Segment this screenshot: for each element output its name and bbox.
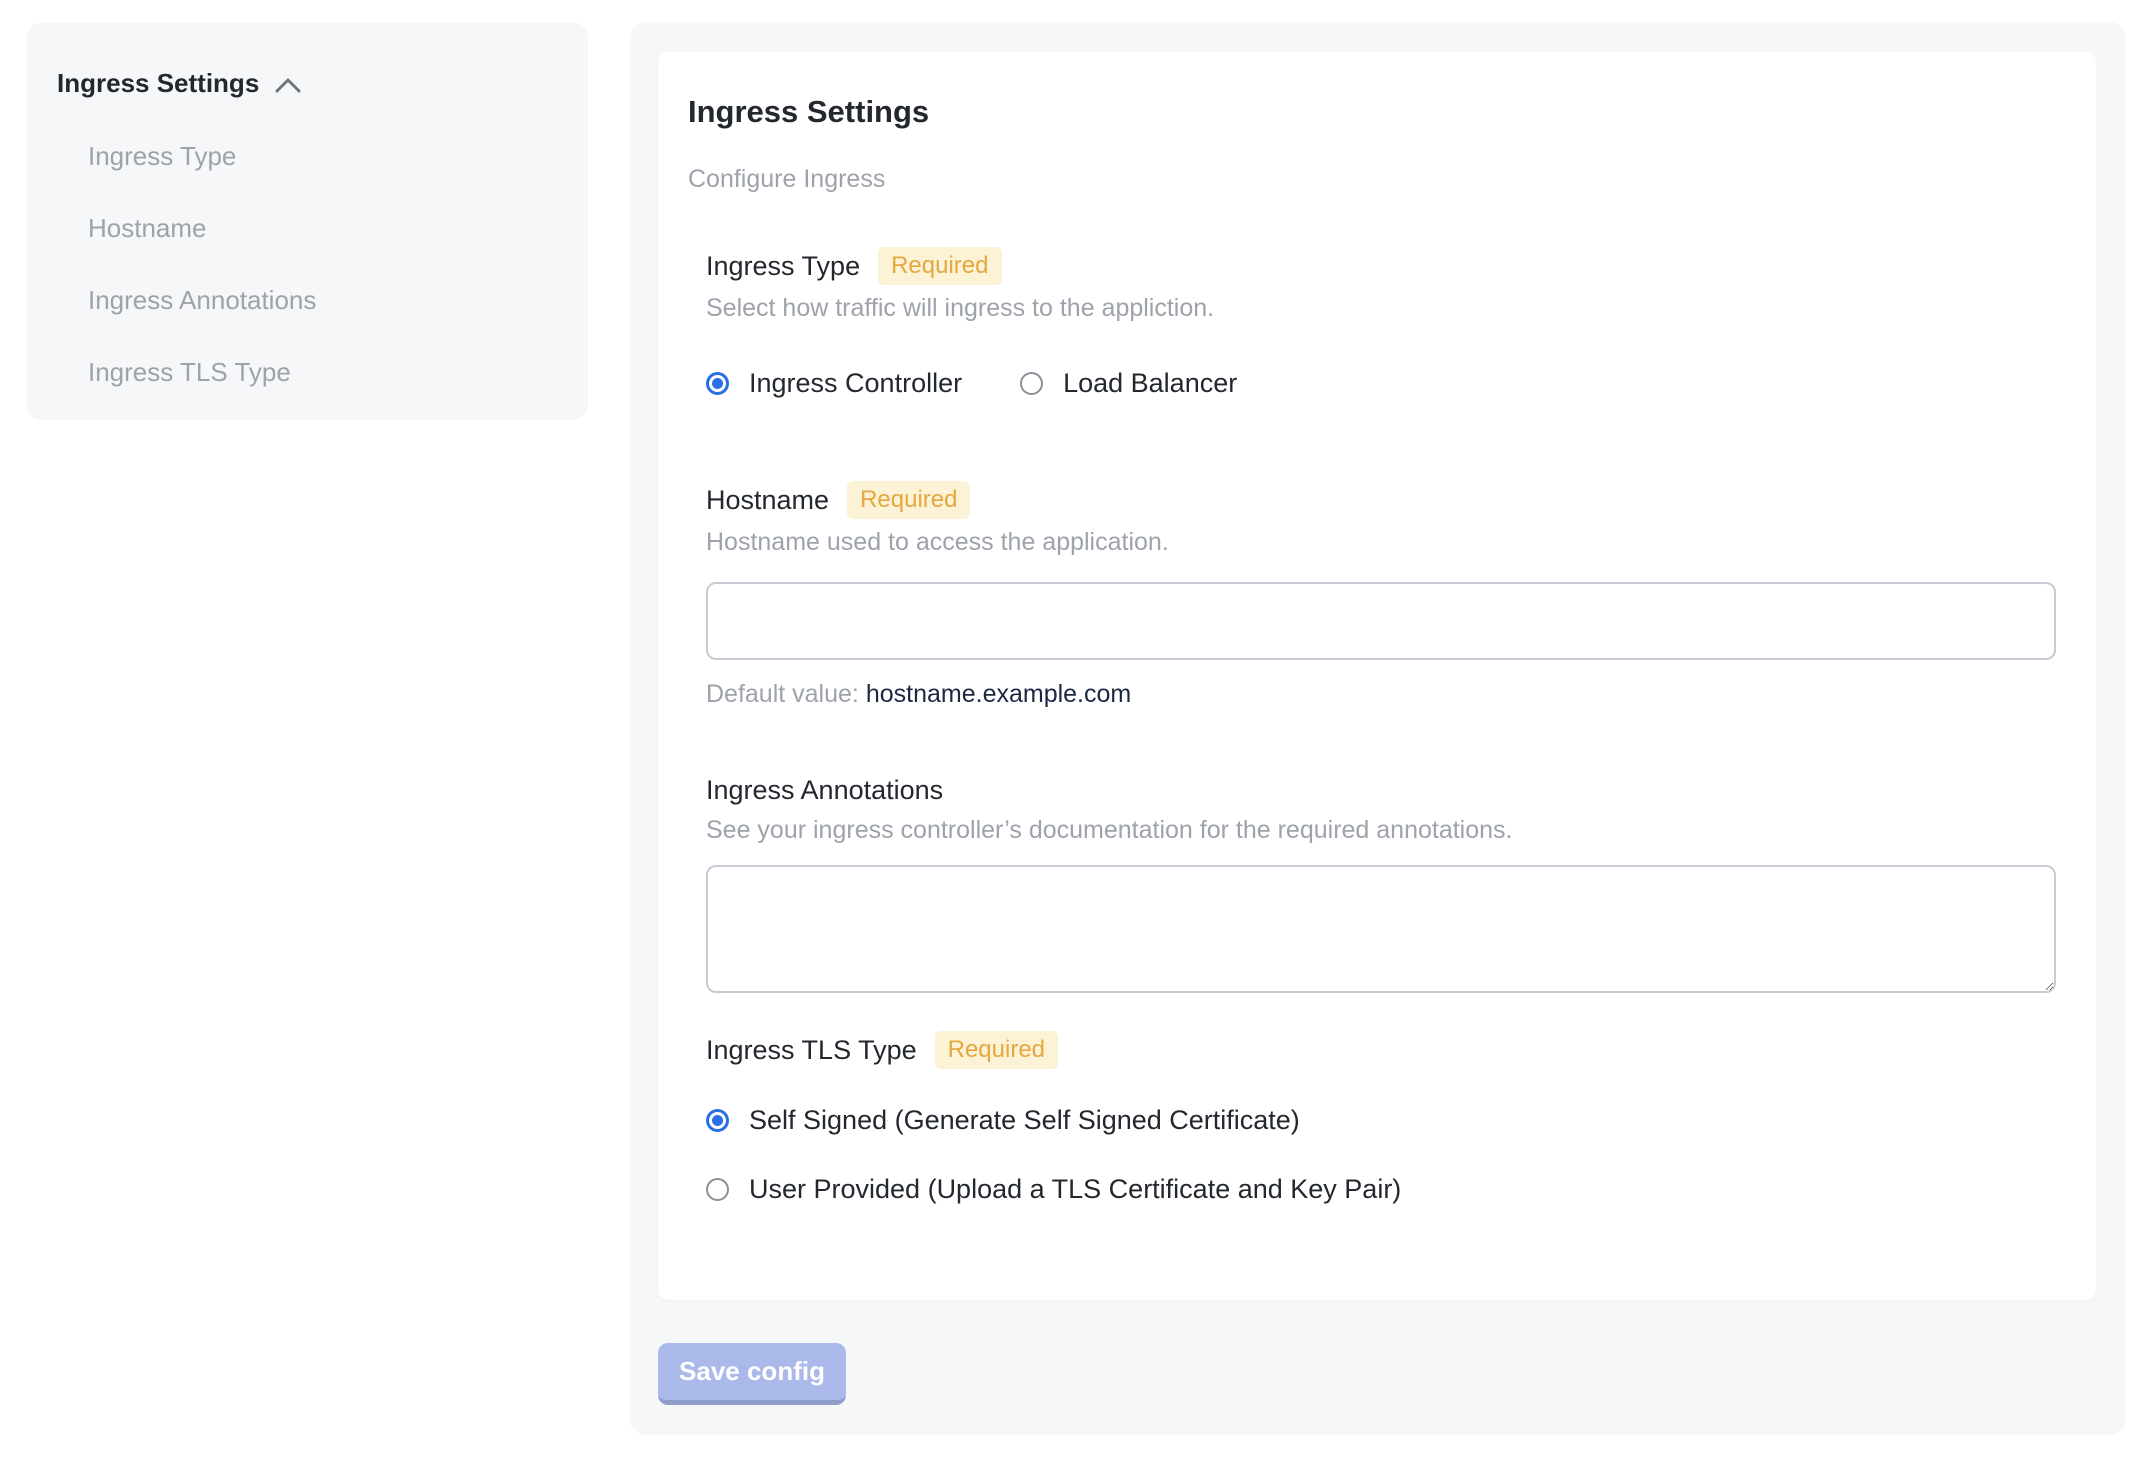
sidebar-section-ingress-settings[interactable]: Ingress Settings xyxy=(57,68,568,99)
hostname-default-value: hostname.example.com xyxy=(865,680,1132,708)
radio-button-self-signed[interactable] xyxy=(706,1109,729,1132)
hostname-description: Hostname used to access the application. xyxy=(706,528,1169,556)
radio-option-self-signed[interactable]: Self Signed (Generate Self Signed Certif… xyxy=(706,1105,2056,1136)
hostname-input[interactable] xyxy=(706,582,2056,660)
sidebar-section-title: Ingress Settings xyxy=(57,68,260,98)
ingress-tls-radio-group: Self Signed (Generate Self Signed Certif… xyxy=(706,1105,2056,1205)
ingress-annotations-section: Ingress Annotations See your ingress con… xyxy=(706,773,2056,993)
radio-label-load-balancer: Load Balancer xyxy=(1063,368,1238,398)
radio-button-load-balancer[interactable] xyxy=(1020,372,1044,395)
radio-option-ingress-controller[interactable]: Ingress Controller xyxy=(706,368,962,399)
ingress-annotations-description: See your ingress controller’s documentat… xyxy=(706,816,1513,844)
required-badge: Required xyxy=(847,481,971,519)
sidebar-item-hostname[interactable]: Hostname xyxy=(88,213,568,244)
ingress-type-radio-group: Ingress Controller Load Balancer xyxy=(706,368,2056,399)
radio-label-user-provided: User Provided (Upload a TLS Certificate … xyxy=(749,1174,1402,1204)
hostname-section: Hostname Required Hostname used to acces… xyxy=(706,481,2056,709)
ingress-type-section: Ingress Type Required Select how traffic… xyxy=(706,247,2056,399)
radio-label-self-signed: Self Signed (Generate Self Signed Certif… xyxy=(749,1105,1300,1135)
radio-option-load-balancer[interactable]: Load Balancer xyxy=(1020,368,1237,399)
page-title: Ingress Settings xyxy=(688,94,930,129)
radio-button-ingress-controller[interactable] xyxy=(706,372,729,395)
hostname-label: Hostname xyxy=(706,485,830,515)
ingress-annotations-label: Ingress Annotations xyxy=(706,775,944,805)
ingress-annotations-textarea[interactable] xyxy=(706,865,2056,993)
save-config-button[interactable]: Save config xyxy=(658,1343,846,1405)
ingress-type-label: Ingress Type xyxy=(706,251,861,281)
ingress-settings-panel: Ingress Settings Configure Ingress Ingre… xyxy=(630,22,2126,1435)
settings-sidebar: Ingress Settings Ingress Type Hostname I… xyxy=(27,23,588,420)
sidebar-item-list: Ingress Type Hostname Ingress Annotation… xyxy=(57,141,568,388)
chevron-up-icon xyxy=(275,77,301,94)
ingress-tls-type-section: Ingress TLS Type Required Self Signed (G… xyxy=(706,1031,2056,1205)
hostname-default-line: Default value: hostname.example.com xyxy=(706,680,2056,709)
sidebar-item-ingress-annotations[interactable]: Ingress Annotations xyxy=(88,285,568,316)
radio-label-ingress-controller: Ingress Controller xyxy=(749,368,963,398)
sidebar-item-ingress-tls-type[interactable]: Ingress TLS Type xyxy=(88,357,568,388)
form-sections: Ingress Type Required Select how traffic… xyxy=(706,247,2056,1205)
ingress-tls-type-label: Ingress TLS Type xyxy=(706,1035,917,1065)
hostname-default-label: Default value: xyxy=(706,680,859,708)
required-badge: Required xyxy=(878,247,1002,285)
page-subtitle: Configure Ingress xyxy=(688,165,886,193)
radio-option-user-provided[interactable]: User Provided (Upload a TLS Certificate … xyxy=(706,1174,2056,1205)
required-badge: Required xyxy=(934,1031,1059,1069)
ingress-type-description: Select how traffic will ingress to the a… xyxy=(706,294,1215,322)
ingress-settings-form-card: Ingress Settings Configure Ingress Ingre… xyxy=(658,52,2096,1300)
sidebar-item-ingress-type[interactable]: Ingress Type xyxy=(88,141,568,172)
radio-button-user-provided[interactable] xyxy=(706,1178,729,1201)
